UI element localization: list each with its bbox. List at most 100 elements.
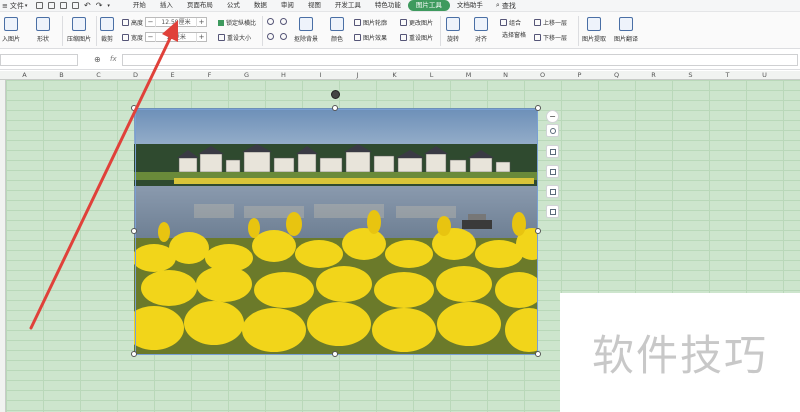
change-picture-button[interactable]: 更改图片: [400, 18, 433, 27]
height-increase-button[interactable]: +: [197, 18, 206, 27]
inserted-picture[interactable]: [134, 108, 538, 355]
picture-effect-button[interactable]: 图片效果: [354, 33, 387, 42]
column-header-g[interactable]: G: [228, 71, 265, 80]
tab-picture-tools[interactable]: 图片工具: [407, 0, 450, 11]
insert-picture-icon: [4, 17, 18, 31]
redo-icon[interactable]: ↷: [96, 1, 103, 10]
tab-developer[interactable]: 开发工具: [328, 0, 368, 11]
color-button[interactable]: 颜色: [330, 17, 344, 43]
column-header-d[interactable]: D: [117, 71, 154, 80]
tab-view[interactable]: 视图: [301, 0, 328, 11]
column-header-l[interactable]: L: [413, 71, 450, 80]
bring-forward-button[interactable]: 上移一层: [534, 18, 567, 27]
width-value[interactable]: 19厘米: [155, 32, 198, 42]
resize-handle-top[interactable]: [332, 105, 338, 111]
cutout-background-button[interactable]: 抠除背景: [294, 17, 318, 43]
column-header-f[interactable]: F: [191, 71, 228, 80]
column-header-n[interactable]: N: [487, 71, 524, 80]
chevron-down-icon[interactable]: ▾: [107, 3, 110, 9]
width-stepper[interactable]: − 19厘米 +: [145, 32, 208, 42]
reset-size-button[interactable]: 重设大小: [218, 33, 251, 42]
rotate-handle[interactable]: [331, 90, 340, 99]
print-icon[interactable]: [60, 2, 67, 9]
picture-settings-button[interactable]: [546, 205, 559, 218]
resize-handle-top-left[interactable]: [131, 105, 137, 111]
height-icon: [122, 18, 129, 26]
tab-special-features[interactable]: 特色功能: [368, 0, 408, 11]
resize-handle-top-right[interactable]: [535, 105, 541, 111]
column-header-i[interactable]: I: [302, 71, 339, 80]
export-pdf-icon[interactable]: [48, 2, 55, 9]
column-header-u[interactable]: U: [746, 71, 783, 80]
tab-doc-assistant[interactable]: 文档助手: [450, 0, 490, 11]
insert-picture-label: 入图片: [2, 36, 21, 43]
send-backward-button[interactable]: 下移一层: [534, 33, 567, 42]
crop-tool-button[interactable]: [546, 165, 559, 178]
column-header-j[interactable]: J: [339, 71, 376, 80]
resize-handle-right[interactable]: [535, 228, 541, 234]
print-preview-icon[interactable]: [72, 2, 79, 9]
save-icon[interactable]: [36, 2, 43, 9]
column-header-o[interactable]: O: [524, 71, 561, 80]
extract-picture-button[interactable]: 图片提取: [582, 17, 606, 43]
undo-icon[interactable]: ↶: [84, 1, 91, 10]
height-value[interactable]: 12.59厘米: [155, 17, 198, 27]
zoom-picture-button[interactable]: [546, 124, 559, 137]
rotate-button[interactable]: 旋转: [446, 17, 460, 43]
column-header-t[interactable]: T: [709, 71, 746, 80]
height-decrease-button[interactable]: −: [146, 18, 155, 27]
column-header-a[interactable]: A: [6, 71, 43, 80]
name-box[interactable]: [0, 54, 78, 66]
translate-picture-button[interactable]: 图片翻译: [614, 17, 638, 43]
column-header-b[interactable]: B: [43, 71, 80, 80]
shape-button[interactable]: 形状: [36, 17, 50, 43]
tab-formulas[interactable]: 公式: [220, 0, 247, 11]
column-header-e[interactable]: E: [154, 71, 191, 80]
contrast-down-button[interactable]: [280, 33, 287, 40]
brightness-down-button[interactable]: [280, 18, 287, 25]
tab-page-layout[interactable]: 页面布局: [180, 0, 220, 11]
column-header-h[interactable]: H: [265, 71, 302, 80]
collapse-toolbar-button[interactable]: −: [546, 110, 559, 123]
column-header-m[interactable]: M: [450, 71, 487, 80]
search-box[interactable]: ⌕ 查找: [490, 1, 516, 11]
crop-button[interactable]: 裁剪: [100, 17, 114, 43]
file-menu[interactable]: ≡ 文件 ▾: [0, 1, 34, 11]
column-header-s[interactable]: S: [672, 71, 709, 80]
column-header-c[interactable]: C: [80, 71, 117, 80]
column-header-p[interactable]: P: [561, 71, 598, 80]
column-header-r[interactable]: R: [635, 71, 672, 80]
lock-ratio-checkbox[interactable]: 锁定纵横比: [218, 18, 256, 27]
picture-outline-button[interactable]: 图片轮廓: [354, 18, 387, 27]
tab-review[interactable]: 审阅: [274, 0, 301, 11]
shape-label: 形状: [36, 36, 49, 43]
align-button[interactable]: 对齐: [474, 17, 488, 43]
formula-input[interactable]: [122, 54, 798, 66]
group-button[interactable]: 组合: [500, 18, 521, 27]
chevron-down-icon: ▾: [24, 2, 28, 9]
cutout-background-label: 抠除背景: [294, 36, 319, 43]
reset-picture-button[interactable]: 重设图片: [400, 33, 433, 42]
tab-data[interactable]: 数据: [247, 0, 274, 11]
resize-handle-left[interactable]: [131, 228, 137, 234]
fx-icon[interactable]: fx: [110, 55, 117, 63]
resize-handle-bottom[interactable]: [332, 351, 338, 357]
contrast-up-button[interactable]: [267, 33, 274, 40]
compress-picture-button[interactable]: 压缩图片: [67, 17, 91, 43]
column-header-k[interactable]: K: [376, 71, 413, 80]
tab-insert[interactable]: 插入: [153, 0, 180, 11]
zoom-icon[interactable]: ⊕: [94, 55, 101, 64]
width-decrease-button[interactable]: −: [146, 33, 155, 42]
column-header-q[interactable]: Q: [598, 71, 635, 80]
resize-handle-bottom-right[interactable]: [535, 351, 541, 357]
watermark: 软件技巧: [560, 293, 800, 412]
width-increase-button[interactable]: +: [197, 33, 206, 42]
picture-layout-button[interactable]: [546, 185, 559, 198]
selection-pane-button[interactable]: 选择窗格: [502, 30, 526, 39]
height-stepper[interactable]: − 12.59厘米 +: [145, 17, 208, 27]
brightness-up-button[interactable]: [267, 18, 274, 25]
insert-picture-button[interactable]: 入图片: [2, 17, 20, 43]
resize-handle-bottom-left[interactable]: [131, 351, 137, 357]
cutout-tool-button[interactable]: [546, 145, 559, 158]
tab-home[interactable]: 开始: [126, 0, 153, 11]
